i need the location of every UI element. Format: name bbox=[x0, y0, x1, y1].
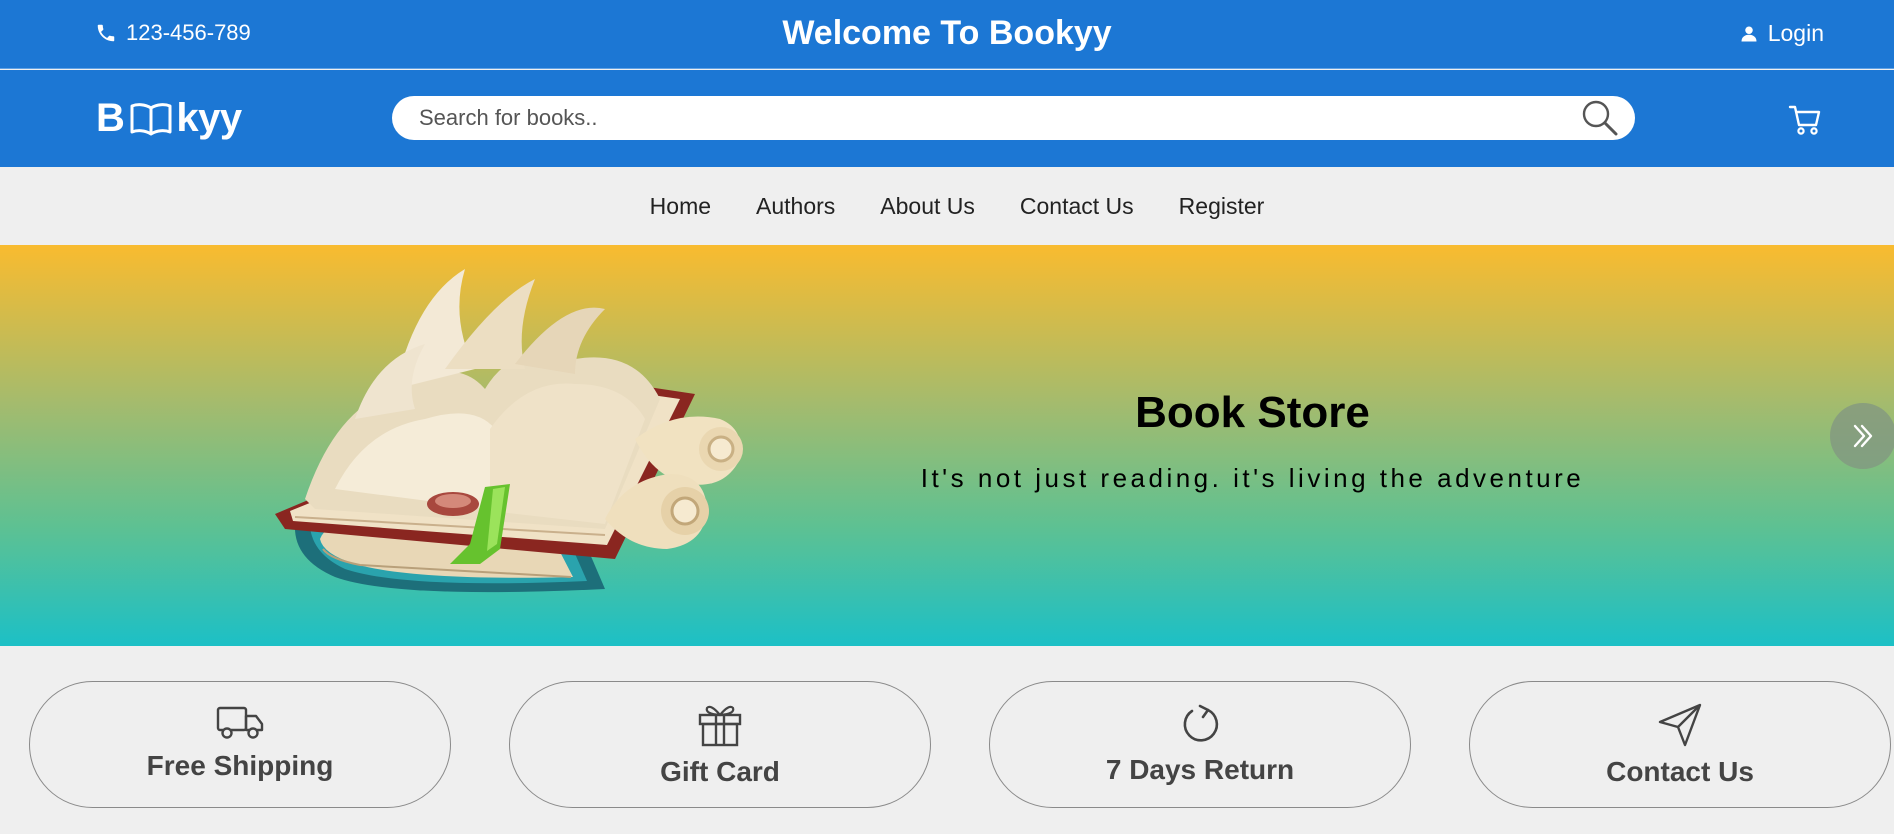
gift-icon bbox=[698, 705, 742, 747]
feature-gift-card[interactable]: Gift Card bbox=[509, 681, 931, 808]
nav-item-authors[interactable]: Authors bbox=[756, 193, 835, 220]
books-illustration bbox=[275, 269, 743, 593]
truck-icon bbox=[216, 706, 264, 739]
nav-item-about-us[interactable]: About Us bbox=[880, 193, 975, 220]
search-bar bbox=[392, 96, 1635, 140]
search-input[interactable] bbox=[419, 105, 1581, 131]
carousel-next-button[interactable] bbox=[1830, 403, 1894, 469]
nav-item-contact-us[interactable]: Contact Us bbox=[1020, 193, 1134, 220]
login-link[interactable]: Login bbox=[1740, 20, 1824, 47]
feature-label: Contact Us bbox=[1606, 756, 1754, 787]
nav-item-home[interactable]: Home bbox=[650, 193, 711, 220]
hero-tagline: It's not just reading. it's living the a… bbox=[920, 463, 1585, 493]
hero-banner: Book Store It's not just reading. it's l… bbox=[0, 245, 1894, 646]
hero-title: Book Store bbox=[1135, 388, 1370, 437]
double-chevron-right-icon bbox=[1853, 424, 1873, 448]
open-book-icon bbox=[130, 102, 172, 135]
site-logo[interactable]: B kyy bbox=[96, 96, 242, 141]
main-header: B kyy bbox=[0, 70, 1894, 167]
search-icon[interactable] bbox=[1581, 99, 1619, 137]
logo-text-end: kyy bbox=[176, 96, 242, 140]
top-bar: 123-456-789 Welcome To Bookyy Login bbox=[0, 0, 1894, 69]
welcome-heading: Welcome To Bookyy bbox=[782, 14, 1112, 52]
send-icon bbox=[1658, 703, 1702, 747]
feature-label: 7 Days Return bbox=[1105, 754, 1295, 785]
login-label: Login bbox=[1767, 20, 1824, 46]
main-nav: Home Authors About Us Contact Us Registe… bbox=[0, 167, 1894, 245]
features-strip: Free Shipping Gift Card 7 Days Return Co… bbox=[0, 646, 1894, 834]
cart-icon bbox=[1788, 105, 1821, 135]
feature-contact-us[interactable]: Contact Us bbox=[1469, 681, 1891, 808]
nav-item-register[interactable]: Register bbox=[1179, 193, 1265, 220]
cart-button[interactable] bbox=[1788, 104, 1822, 141]
feature-label: Gift Card bbox=[660, 756, 780, 787]
feature-label: Free Shipping bbox=[146, 750, 334, 781]
logo-text-start: B bbox=[96, 96, 125, 140]
feature-7-days-return[interactable]: 7 Days Return bbox=[989, 681, 1411, 808]
user-icon bbox=[1741, 26, 1757, 41]
refresh-icon bbox=[1183, 704, 1219, 742]
feature-free-shipping[interactable]: Free Shipping bbox=[29, 681, 451, 808]
